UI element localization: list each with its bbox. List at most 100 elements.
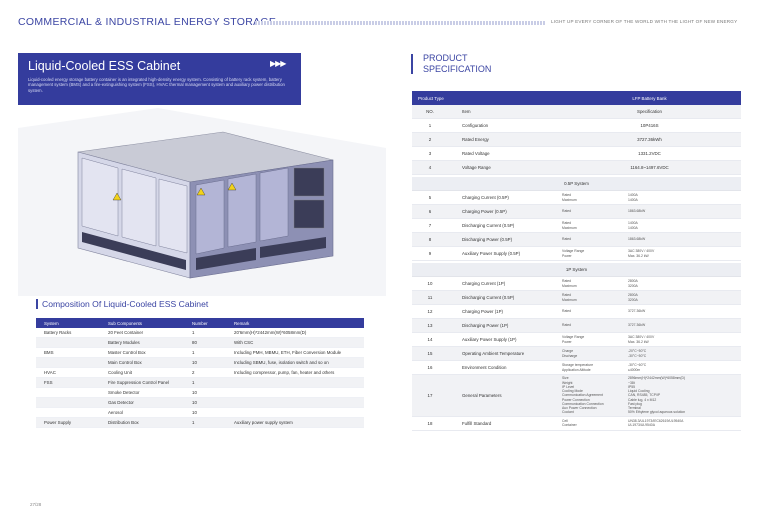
composition-table: System Sub Components Number Remark Batt… xyxy=(36,318,364,428)
spec-subvalue: 1400A xyxy=(628,197,638,202)
table-row: 2 Rated Energy 3727.36kWh xyxy=(412,133,741,147)
row-number: 8 xyxy=(428,237,432,242)
spec-sublabel: Power xyxy=(562,339,572,344)
remark-cell: With CSC xyxy=(234,340,254,345)
spec-subvalue: Max. 36.2 kW xyxy=(628,339,649,344)
item-cell: Charging Current (0.5P) xyxy=(462,195,509,200)
spec-title-line: SPECIFICATION xyxy=(423,64,492,74)
spec-value: 3727.36kWh xyxy=(637,137,662,142)
remark-cell: 20'6mm(H)*2442mm(W)*6058mm(D) xyxy=(234,330,307,335)
number-cell: 10 xyxy=(192,360,197,365)
row-number: 10 xyxy=(427,281,433,286)
item-cell: Auxiliary Power Supply (0.5P) xyxy=(462,251,521,256)
table-header: Product Type LFP Battery Bank xyxy=(412,91,741,105)
spec-subline: Maximum 3200A xyxy=(558,298,741,302)
spec-sublabel: Discharge xyxy=(562,353,578,358)
table-body: Battery Racks 20 Feet Container 1 20'6mm(H)… xyxy=(36,328,364,428)
product-type-label: Product Type xyxy=(418,95,444,101)
spec-subcell: Cell UN38.3/UL1973/IEC62619/UL9540A Contai… xyxy=(558,419,741,427)
spec-subcell: Size 2896mm(H)*2442mm(W)*6058mm(D) Weight ~… xyxy=(558,376,741,414)
number-cell: 2 xyxy=(192,370,195,375)
spec-sublabel: Rated xyxy=(562,323,572,328)
spec-basic-rows: 1 Configuration 10P416S 2 Rated Energy 3727.3… xyxy=(412,119,741,175)
spec-subvalue: UL1973/UL9540A xyxy=(628,423,655,428)
subcomponent-cell: Cooling Unit xyxy=(108,370,132,375)
subcomponent-cell: 20 Feet Container xyxy=(108,330,144,335)
item-cell: Charging Power (1P) xyxy=(462,309,503,314)
spec-subline: Coolant 50% Ethylene glycol aqueous solut… xyxy=(558,410,741,414)
row-number: 6 xyxy=(428,209,432,214)
subcomponent-cell: Gas Detector xyxy=(108,400,134,405)
row-number: 11 xyxy=(427,295,433,300)
spec-sublabel: Power xyxy=(562,253,572,258)
table-row: 16 Environment Condition Storage temperatu… xyxy=(412,361,741,375)
spec-subline: Container UL1973/UL9540A xyxy=(558,423,741,427)
container-illustration xyxy=(18,108,386,296)
spec-subcell: Rated 1400A Maximum 1400A xyxy=(558,221,741,229)
spec-subvalue: 1863.68kW xyxy=(628,237,646,242)
spec-subcell: Rated 3727.36kW xyxy=(558,323,741,327)
row-number: 15 xyxy=(427,351,433,356)
item-cell: Discharging Current (0.5P) xyxy=(462,295,515,300)
row-number: 7 xyxy=(428,223,432,228)
spec-subcell: Rated 3727.36kW xyxy=(558,309,741,313)
spec-sublabel: Rated xyxy=(562,309,572,314)
table-row: 8 Discharging Power (0.5P) Rated 1863.68kW xyxy=(412,233,741,247)
spec-sublabel: Application Altitude xyxy=(562,367,591,372)
spec-sublabel: Container xyxy=(562,423,577,428)
spec-subvalue: Max. 36.2 kW xyxy=(628,253,649,258)
column-header-row: NO. Item Specification xyxy=(412,105,741,119)
spec-sublabel: Coolant xyxy=(562,410,574,415)
section-marker xyxy=(36,299,38,309)
row-number: 18 xyxy=(427,420,433,426)
spec-subcell: Storage temperature -30°C~60°C Application… xyxy=(558,363,741,371)
spec-subcell: Rated 1863.68kW xyxy=(558,237,741,241)
table-row: 14 Auxiliary Power Supply (1P) Voltage Ran… xyxy=(412,333,741,347)
row-number: 13 xyxy=(427,323,433,328)
row-number: 4 xyxy=(428,165,432,170)
arrows-icon: ▶▶▶ xyxy=(270,59,287,68)
table-row: Power Supply Distribution Box 1 Auxiliary p… xyxy=(36,418,364,428)
table-row: 15 Operating Ambient Temperature Charge -20… xyxy=(412,347,741,361)
subcomponent-cell: Battery Modules xyxy=(108,340,140,345)
item-cell: Charging Power (0.5P) xyxy=(462,209,507,214)
spec-subcell: Rated 1400A Maximum 1400A xyxy=(558,193,741,201)
subcomponent-cell: Main Control Box xyxy=(108,360,142,365)
spec-subvalue: 3200A xyxy=(628,283,638,288)
spec-sublabel: Maximum xyxy=(562,297,577,302)
system-cell: Power Supply xyxy=(44,420,72,425)
number-cell: 1 xyxy=(192,420,195,425)
column-header: NO. xyxy=(426,109,434,114)
table-row: Battery Modules 80 With CSC xyxy=(36,338,364,348)
spec-subline: Discharge -30°C~50°C xyxy=(558,354,741,358)
spec-subline: Maximum 1400A xyxy=(558,198,741,202)
spec-sublabel: Rated xyxy=(562,237,572,242)
item-cell: Rated Voltage xyxy=(462,151,490,156)
header-tagline: LIGHT UP EVERY CORNER OF THE WORLD WITH … xyxy=(551,19,738,24)
page-header-title: COMMERCIAL & INDUSTRIAL ENERGY STORAGE xyxy=(18,16,277,28)
table-row: 7 Discharging Current (0.5P) Rated 1400A Max… xyxy=(412,219,741,233)
column-header: Sub Components xyxy=(108,320,142,326)
column-header: Number xyxy=(192,320,208,326)
item-cell: Charging Current (1P) xyxy=(462,281,506,286)
column-header: Specification xyxy=(637,109,662,114)
spec-subline: Power Max. 36.2 kW xyxy=(558,340,741,344)
system-cell: BMS xyxy=(44,350,54,355)
table-row: 12 Charging Power (1P) Rated 3727.36kW xyxy=(412,305,741,319)
section-marker xyxy=(411,54,413,74)
composition-title: Composition Of Liquid-Cooled ESS Cabinet xyxy=(42,299,209,309)
table-row: 10 Charging Current (1P) Rated 2800A Maximum… xyxy=(412,277,741,291)
spec-subvalue: 3727.36kW xyxy=(628,309,646,314)
number-cell: 10 xyxy=(192,400,197,405)
product-type-value: LFP Battery Bank xyxy=(632,95,667,101)
table-row: 6 Charging Power (0.5P) Rated 1863.68kW xyxy=(412,205,741,219)
spec-subvalue: 1863.68kW xyxy=(628,209,646,214)
table-row: 9 Auxiliary Power Supply (0.5P) Voltage Ra… xyxy=(412,247,741,261)
row-number: 5 xyxy=(428,195,432,200)
number-cell: 1 xyxy=(192,350,195,355)
spec-subvalue: -30°C~50°C xyxy=(628,353,647,358)
subcomponent-cell: Smoke Detector xyxy=(108,390,140,395)
row-number: 14 xyxy=(427,337,433,342)
number-cell: 80 xyxy=(192,340,197,345)
column-header: System xyxy=(44,320,59,326)
